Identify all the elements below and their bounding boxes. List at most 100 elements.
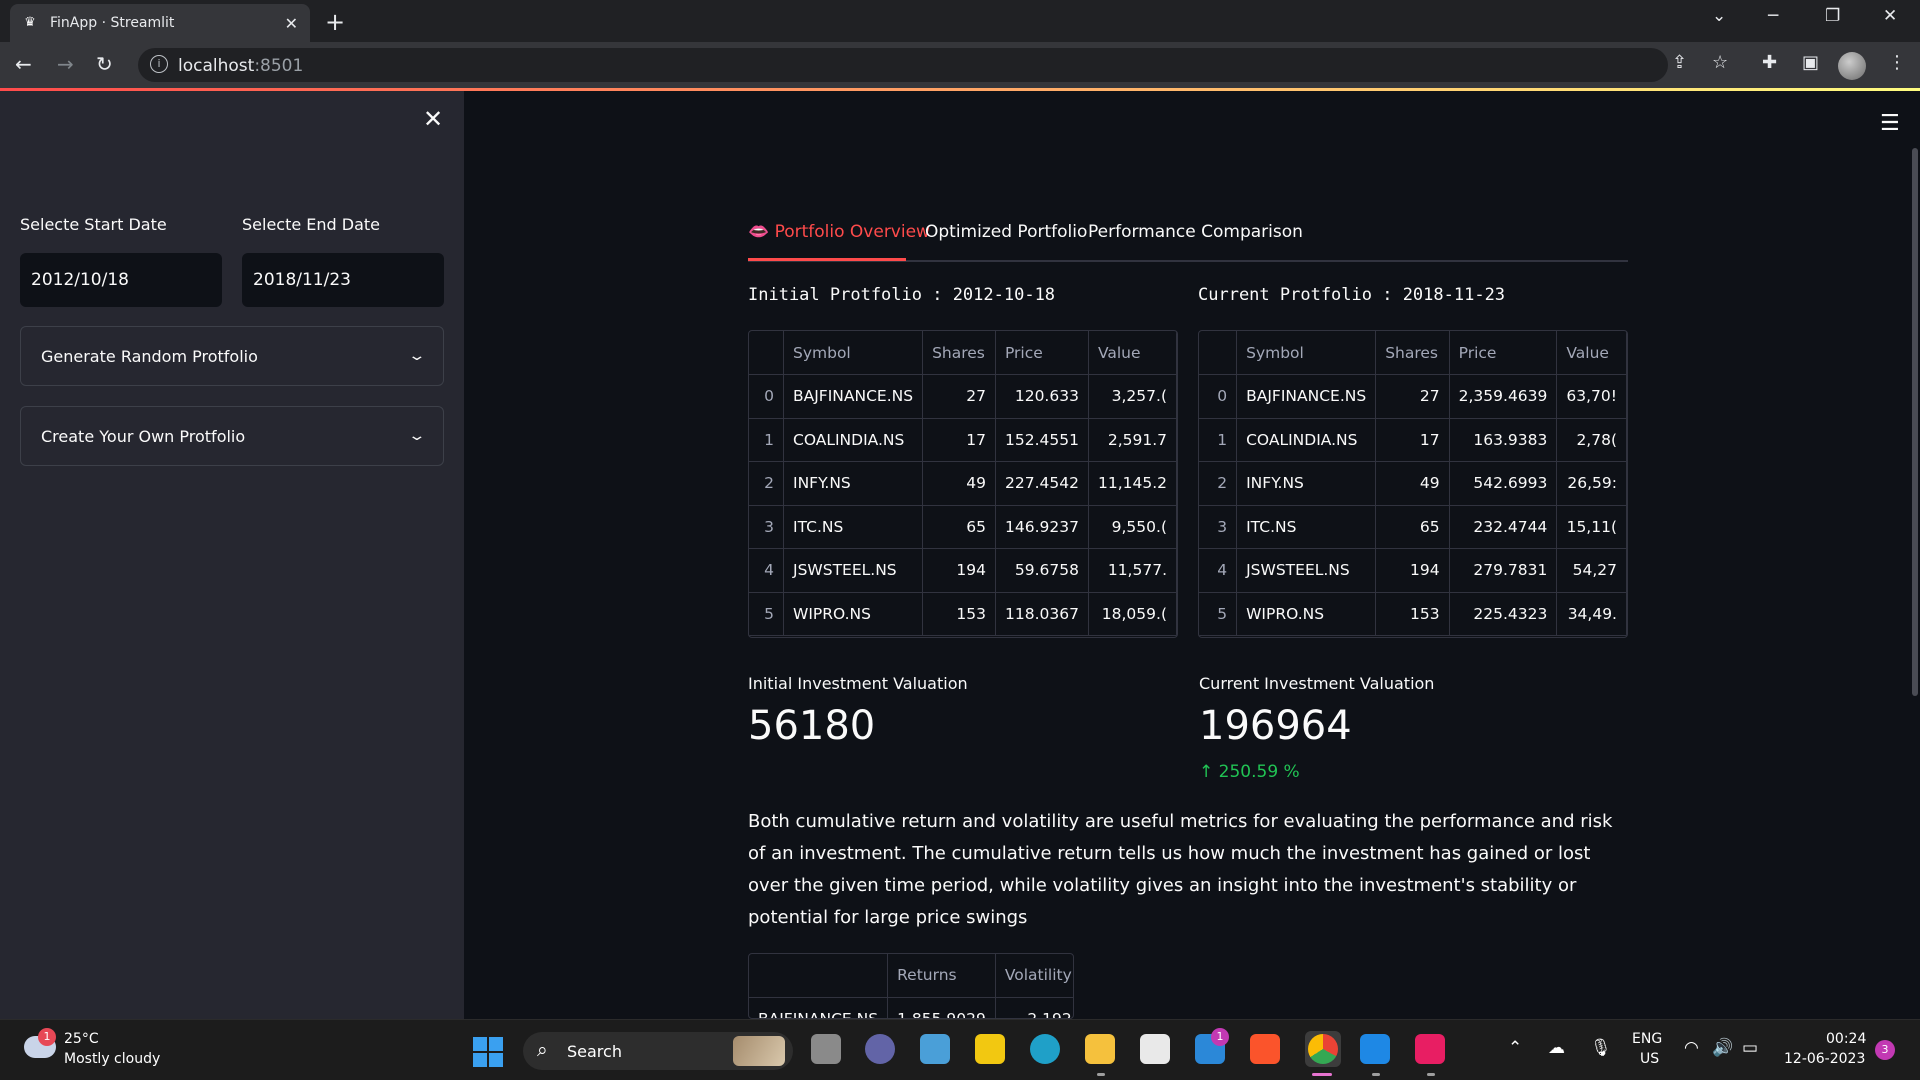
volume-icon[interactable]: 🔊 — [1712, 1038, 1733, 1058]
clock-time[interactable]: 00:24 — [1826, 1031, 1866, 1047]
value-cell: 34,49. — [1556, 592, 1627, 636]
taskbar-search[interactable]: ⌕ Search — [523, 1032, 793, 1070]
microsoft-store-icon[interactable] — [1140, 1034, 1170, 1064]
price-cell: 152.4551 — [995, 418, 1089, 462]
value-cell: 11,145.2 — [1088, 461, 1177, 506]
tab-portfolio-overview[interactable]: 👄 Portfolio Overview — [748, 222, 930, 242]
table-row: 0 BAJFINANCE.NS 27 2,359.4639 63,70! — [1199, 374, 1627, 419]
weather-condition[interactable]: Mostly cloudy — [64, 1051, 160, 1067]
generate-random-portfolio-expander[interactable]: Generate Random Protfolio ⌄ — [20, 326, 444, 386]
microphone-icon[interactable]: 🎙 — [1590, 1038, 1612, 1058]
notification-badge[interactable]: 3 — [1875, 1040, 1895, 1060]
column-header[interactable]: Value — [1556, 331, 1627, 375]
expander-label: Generate Random Protfolio — [41, 346, 258, 366]
start-date-input[interactable]: 2012/10/18 — [20, 253, 222, 307]
back-button[interactable]: ← — [15, 52, 32, 76]
create-own-portfolio-expander[interactable]: Create Your Own Protfolio ⌄ — [20, 406, 444, 466]
initial-portfolio-table[interactable]: Symbol Shares Price Value 0 BAJFINANCE.NS… — [748, 330, 1178, 638]
column-header[interactable]: Returns — [887, 954, 996, 998]
row-index: 2 — [749, 461, 784, 506]
table-row: 1 COALINDIA.NS 17 152.4551 2,591.7 — [749, 418, 1177, 462]
task-view-icon[interactable] — [811, 1034, 841, 1064]
app-icon[interactable] — [1415, 1034, 1445, 1064]
column-header[interactable]: Symbol — [1236, 331, 1377, 375]
table-row: 2 INFY.NS 49 542.6993 26,59: — [1199, 461, 1627, 506]
close-tab-icon[interactable]: ✕ — [285, 14, 298, 33]
current-metric-label: Current Investment Valuation — [1199, 674, 1435, 693]
weather-temperature[interactable]: 25°C — [64, 1031, 99, 1047]
share-icon[interactable]: ⇪ — [1672, 52, 1687, 73]
battery-icon[interactable]: ▭ — [1742, 1038, 1758, 1058]
close-window-button[interactable]: ✕ — [1883, 6, 1897, 26]
column-header[interactable]: Value — [1088, 331, 1177, 375]
file-explorer-icon[interactable] — [1085, 1034, 1115, 1064]
vscode-icon[interactable] — [1360, 1034, 1390, 1064]
site-info-icon[interactable]: i — [150, 55, 168, 73]
app-menu-icon[interactable]: ☰ — [1880, 111, 1900, 136]
side-panel-icon[interactable]: ▣ — [1802, 52, 1819, 73]
snipping-tool-icon[interactable] — [920, 1034, 950, 1064]
scrollbar[interactable] — [1912, 148, 1918, 696]
price-cell: 118.0367 — [995, 592, 1089, 636]
onedrive-cloud-icon[interactable]: ☁ — [1548, 1038, 1565, 1058]
price-cell: 2,359.4639 — [1449, 374, 1558, 419]
row-index: 0 — [749, 374, 784, 419]
symbol-cell: COALINDIA.NS — [783, 418, 924, 462]
price-cell: 225.4323 — [1449, 592, 1558, 636]
extensions-icon[interactable]: ✚ — [1762, 52, 1777, 73]
clock-date[interactable]: 12-06-2023 — [1784, 1051, 1865, 1067]
address-bar[interactable]: i localhost:8501 — [138, 48, 1668, 82]
new-tab-button[interactable]: + — [325, 8, 345, 36]
browser-menu-icon[interactable]: ⋮ — [1888, 52, 1906, 73]
row-index: 0 — [1199, 374, 1238, 419]
bookmark-star-icon[interactable]: ☆ — [1712, 52, 1728, 73]
browser-tab[interactable]: ♛ FinApp · Streamlit ✕ — [10, 4, 310, 42]
returns-cell: 1,855.9029 — [887, 997, 996, 1018]
close-sidebar-icon[interactable]: ✕ — [423, 105, 443, 133]
language-indicator[interactable]: ENG — [1632, 1031, 1662, 1047]
price-cell: 163.9383 — [1449, 418, 1558, 462]
forward-button[interactable]: → — [57, 52, 74, 76]
chrome-icon[interactable] — [1308, 1034, 1338, 1064]
shares-cell: 17 — [1375, 418, 1450, 462]
returns-volatility-table[interactable]: Returns Volatility BAJFINANCE.NS 1,855.9… — [748, 953, 1074, 1019]
row-index: 5 — [1199, 592, 1238, 636]
table-header-row: Symbol Shares Price Value — [749, 331, 1177, 375]
tab-search-icon[interactable]: ⌄ — [1712, 6, 1726, 26]
column-header[interactable]: Symbol — [783, 331, 924, 375]
tab-bar: 👄 Portfolio Overview Optimized Portfolio… — [748, 222, 1628, 262]
table-row: 3 ITC.NS 65 146.9237 9,550.( — [749, 505, 1177, 549]
row-index: 1 — [749, 418, 784, 462]
value-cell: 26,59: — [1556, 461, 1627, 506]
teams-chat-icon[interactable] — [865, 1034, 895, 1064]
table-row: BAJFINANCE.NS 1,855.9029 2.192 — [749, 997, 1073, 1018]
brave-browser-icon[interactable] — [1250, 1034, 1280, 1064]
wifi-icon[interactable]: ◠ — [1684, 1038, 1699, 1058]
column-header[interactable]: Volatility — [995, 954, 1073, 998]
table-row: 4 JSWSTEEL.NS 194 59.6758 11,577. — [749, 548, 1177, 593]
chevron-up-icon[interactable]: ⌃ — [1508, 1038, 1522, 1058]
region-indicator[interactable]: US — [1640, 1051, 1659, 1067]
table-row: 3 ITC.NS 65 232.4744 15,11( — [1199, 505, 1627, 549]
profile-avatar[interactable] — [1838, 52, 1866, 80]
symbol-cell: BAJFINANCE.NS — [783, 374, 924, 419]
column-header[interactable]: Shares — [922, 331, 996, 375]
column-header[interactable]: Price — [995, 331, 1089, 375]
row-label: BAJFINANCE.NS — [749, 997, 889, 1018]
reload-button[interactable]: ↻ — [96, 52, 113, 76]
tab-optimized-portfolio[interactable]: Optimized Portfolio — [925, 222, 1087, 242]
current-portfolio-table[interactable]: Symbol Shares Price Value 0 BAJFINANCE.NS… — [1198, 330, 1628, 638]
minimize-button[interactable]: ─ — [1768, 6, 1778, 26]
power-bi-icon[interactable] — [975, 1034, 1005, 1064]
shares-cell: 65 — [922, 505, 996, 549]
edge-browser-icon[interactable] — [1030, 1034, 1060, 1064]
value-cell: 54,27 — [1556, 548, 1627, 593]
column-header[interactable]: Price — [1449, 331, 1558, 375]
end-date-input[interactable]: 2018/11/23 — [242, 253, 444, 307]
initial-portfolio-heading: Initial Protfolio : 2012-10-18 — [748, 285, 1056, 305]
restore-button[interactable]: ❐ — [1825, 6, 1840, 26]
lips-icon: 👄 — [748, 222, 770, 242]
column-header[interactable]: Shares — [1375, 331, 1450, 375]
start-button[interactable] — [473, 1037, 503, 1067]
tab-performance-comparison[interactable]: Performance Comparison — [1088, 222, 1303, 242]
